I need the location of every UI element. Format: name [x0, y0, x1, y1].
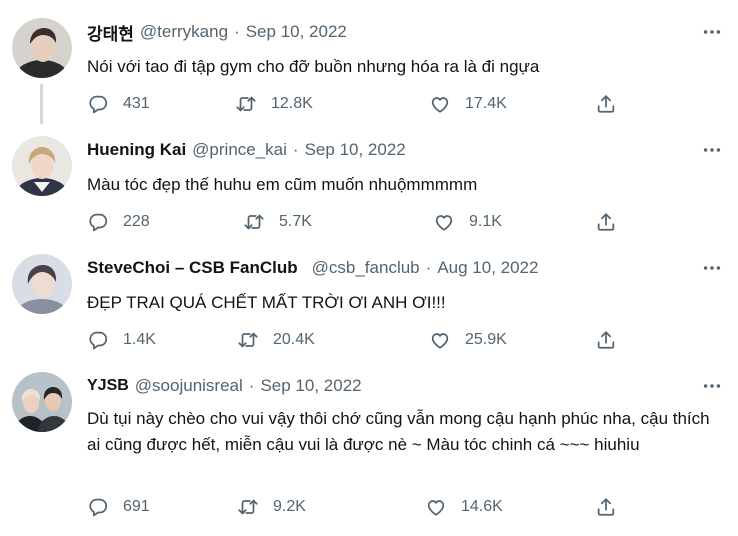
reply-count: 228 — [123, 213, 150, 230]
reply-icon — [87, 211, 109, 233]
reply-icon — [87, 496, 109, 518]
reply-button[interactable]: 691 — [87, 495, 150, 519]
retweet-icon — [243, 211, 265, 233]
tweet-date[interactable]: Sep 10, 2022 — [246, 22, 347, 42]
tweet-actions: 1.4K 20.4K 25.9K — [87, 328, 627, 352]
like-count: 25.9K — [465, 331, 507, 348]
share-icon — [595, 93, 617, 115]
user-handle[interactable]: @prince_kai — [192, 140, 287, 160]
more-options-icon[interactable] — [700, 138, 724, 162]
user-handle[interactable]: @soojunisreal — [135, 376, 243, 396]
separator-dot: · — [425, 258, 432, 277]
tweet-text: Dù tụi này chèo cho vui vậy thôi chớ cũn… — [87, 409, 710, 454]
retweet-icon — [235, 93, 257, 115]
retweet-button[interactable]: 9.2K — [237, 495, 306, 519]
like-button[interactable]: 9.1K — [433, 210, 502, 234]
more-options-icon[interactable] — [700, 20, 724, 44]
more-options-icon[interactable] — [700, 374, 724, 398]
avatar[interactable] — [12, 372, 72, 432]
separator-dot: · — [234, 22, 240, 41]
share-icon — [595, 496, 617, 518]
share-icon — [595, 329, 617, 351]
retweet-count: 9.2K — [273, 498, 306, 515]
reply-count: 691 — [123, 498, 150, 515]
tweet-4[interactable]: YJSB @soojunisreal · Sep 10, 2022 Dù tụi… — [0, 354, 738, 536]
like-count: 14.6K — [461, 498, 503, 515]
tweet-2[interactable]: Huening Kai @prince_kai · Sep 10, 2022 M… — [0, 118, 738, 236]
share-icon — [595, 211, 617, 233]
heart-icon — [425, 496, 447, 518]
reply-button[interactable]: 1.4K — [87, 328, 156, 352]
tweet-actions: 228 5.7K 9.1K — [87, 210, 627, 234]
retweet-count: 12.8K — [271, 95, 313, 112]
tweet-actions: 431 12.8K 17.4K — [87, 92, 627, 116]
tweet-text: Nói với tao đi tập gym cho đỡ buồn nhưng… — [87, 57, 540, 76]
separator-dot: · — [248, 376, 255, 395]
display-name[interactable]: YJSB — [87, 377, 129, 395]
tweet-text: Màu tóc đẹp thế huhu em cũm muốn nhuộmmm… — [87, 175, 478, 194]
share-button[interactable] — [595, 495, 617, 519]
tweet-date[interactable]: Aug 10, 2022 — [437, 258, 538, 278]
retweet-button[interactable]: 20.4K — [237, 328, 315, 352]
reply-count: 431 — [123, 95, 150, 112]
avatar[interactable] — [12, 254, 72, 314]
reply-count: 1.4K — [123, 331, 156, 348]
tweet-date[interactable]: Sep 10, 2022 — [305, 140, 406, 160]
reply-icon — [87, 93, 109, 115]
reply-button[interactable]: 228 — [87, 210, 150, 234]
heart-icon — [429, 93, 451, 115]
share-button[interactable] — [595, 210, 617, 234]
heart-icon — [433, 211, 455, 233]
like-count: 9.1K — [469, 213, 502, 230]
retweet-count: 5.7K — [279, 213, 312, 230]
retweet-icon — [237, 496, 259, 518]
more-options-icon[interactable] — [700, 256, 724, 280]
like-button[interactable]: 14.6K — [425, 495, 503, 519]
reply-icon — [87, 329, 109, 351]
retweet-button[interactable]: 12.8K — [235, 92, 313, 116]
heart-icon — [429, 329, 451, 351]
retweet-icon — [237, 329, 259, 351]
tweet-actions: 691 9.2K 14.6K — [87, 495, 627, 519]
user-handle[interactable]: @terrykang — [140, 22, 228, 42]
avatar[interactable] — [12, 18, 72, 78]
like-button[interactable]: 25.9K — [429, 328, 507, 352]
retweet-count: 20.4K — [273, 331, 315, 348]
tweet-3[interactable]: SteveChoi – CSB FanClub @csb_fanclub · A… — [0, 236, 738, 354]
tweet-date[interactable]: Sep 10, 2022 — [260, 376, 361, 396]
avatar[interactable] — [12, 136, 72, 196]
display-name[interactable]: SteveChoi – CSB FanClub — [87, 258, 298, 278]
like-button[interactable]: 17.4K — [429, 92, 507, 116]
like-count: 17.4K — [465, 95, 507, 112]
share-button[interactable] — [595, 92, 617, 116]
separator-dot: · — [292, 140, 299, 159]
retweet-button[interactable]: 5.7K — [243, 210, 312, 234]
display-name[interactable]: 강태현 — [87, 20, 134, 45]
share-button[interactable] — [595, 328, 617, 352]
tweet-1[interactable]: 강태현 @terrykang · Sep 10, 2022 Nói với ta… — [0, 0, 738, 118]
reply-button[interactable]: 431 — [87, 92, 150, 116]
user-handle[interactable]: @csb_fanclub — [312, 258, 420, 278]
display-name[interactable]: Huening Kai — [87, 140, 186, 160]
tweet-text: ĐẸP TRAI QUÁ CHẾT MẤT TRỜI ƠI ANH ƠI!!! — [87, 293, 446, 312]
